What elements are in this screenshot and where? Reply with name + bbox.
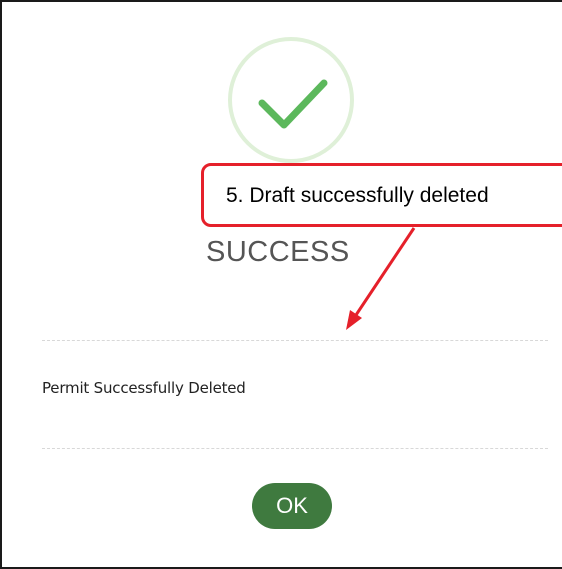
dialog-title: SUCCESS bbox=[206, 236, 350, 268]
success-circle bbox=[228, 37, 354, 163]
ok-button[interactable]: OK bbox=[252, 483, 332, 529]
divider-bottom bbox=[42, 448, 548, 449]
checkmark-icon bbox=[258, 79, 328, 129]
dialog-message: Permit Successfully Deleted bbox=[42, 379, 246, 397]
annotation-callout: 5. Draft successfully deleted bbox=[201, 163, 562, 227]
divider-top bbox=[42, 340, 548, 341]
annotation-text: 5. Draft successfully deleted bbox=[226, 184, 489, 207]
